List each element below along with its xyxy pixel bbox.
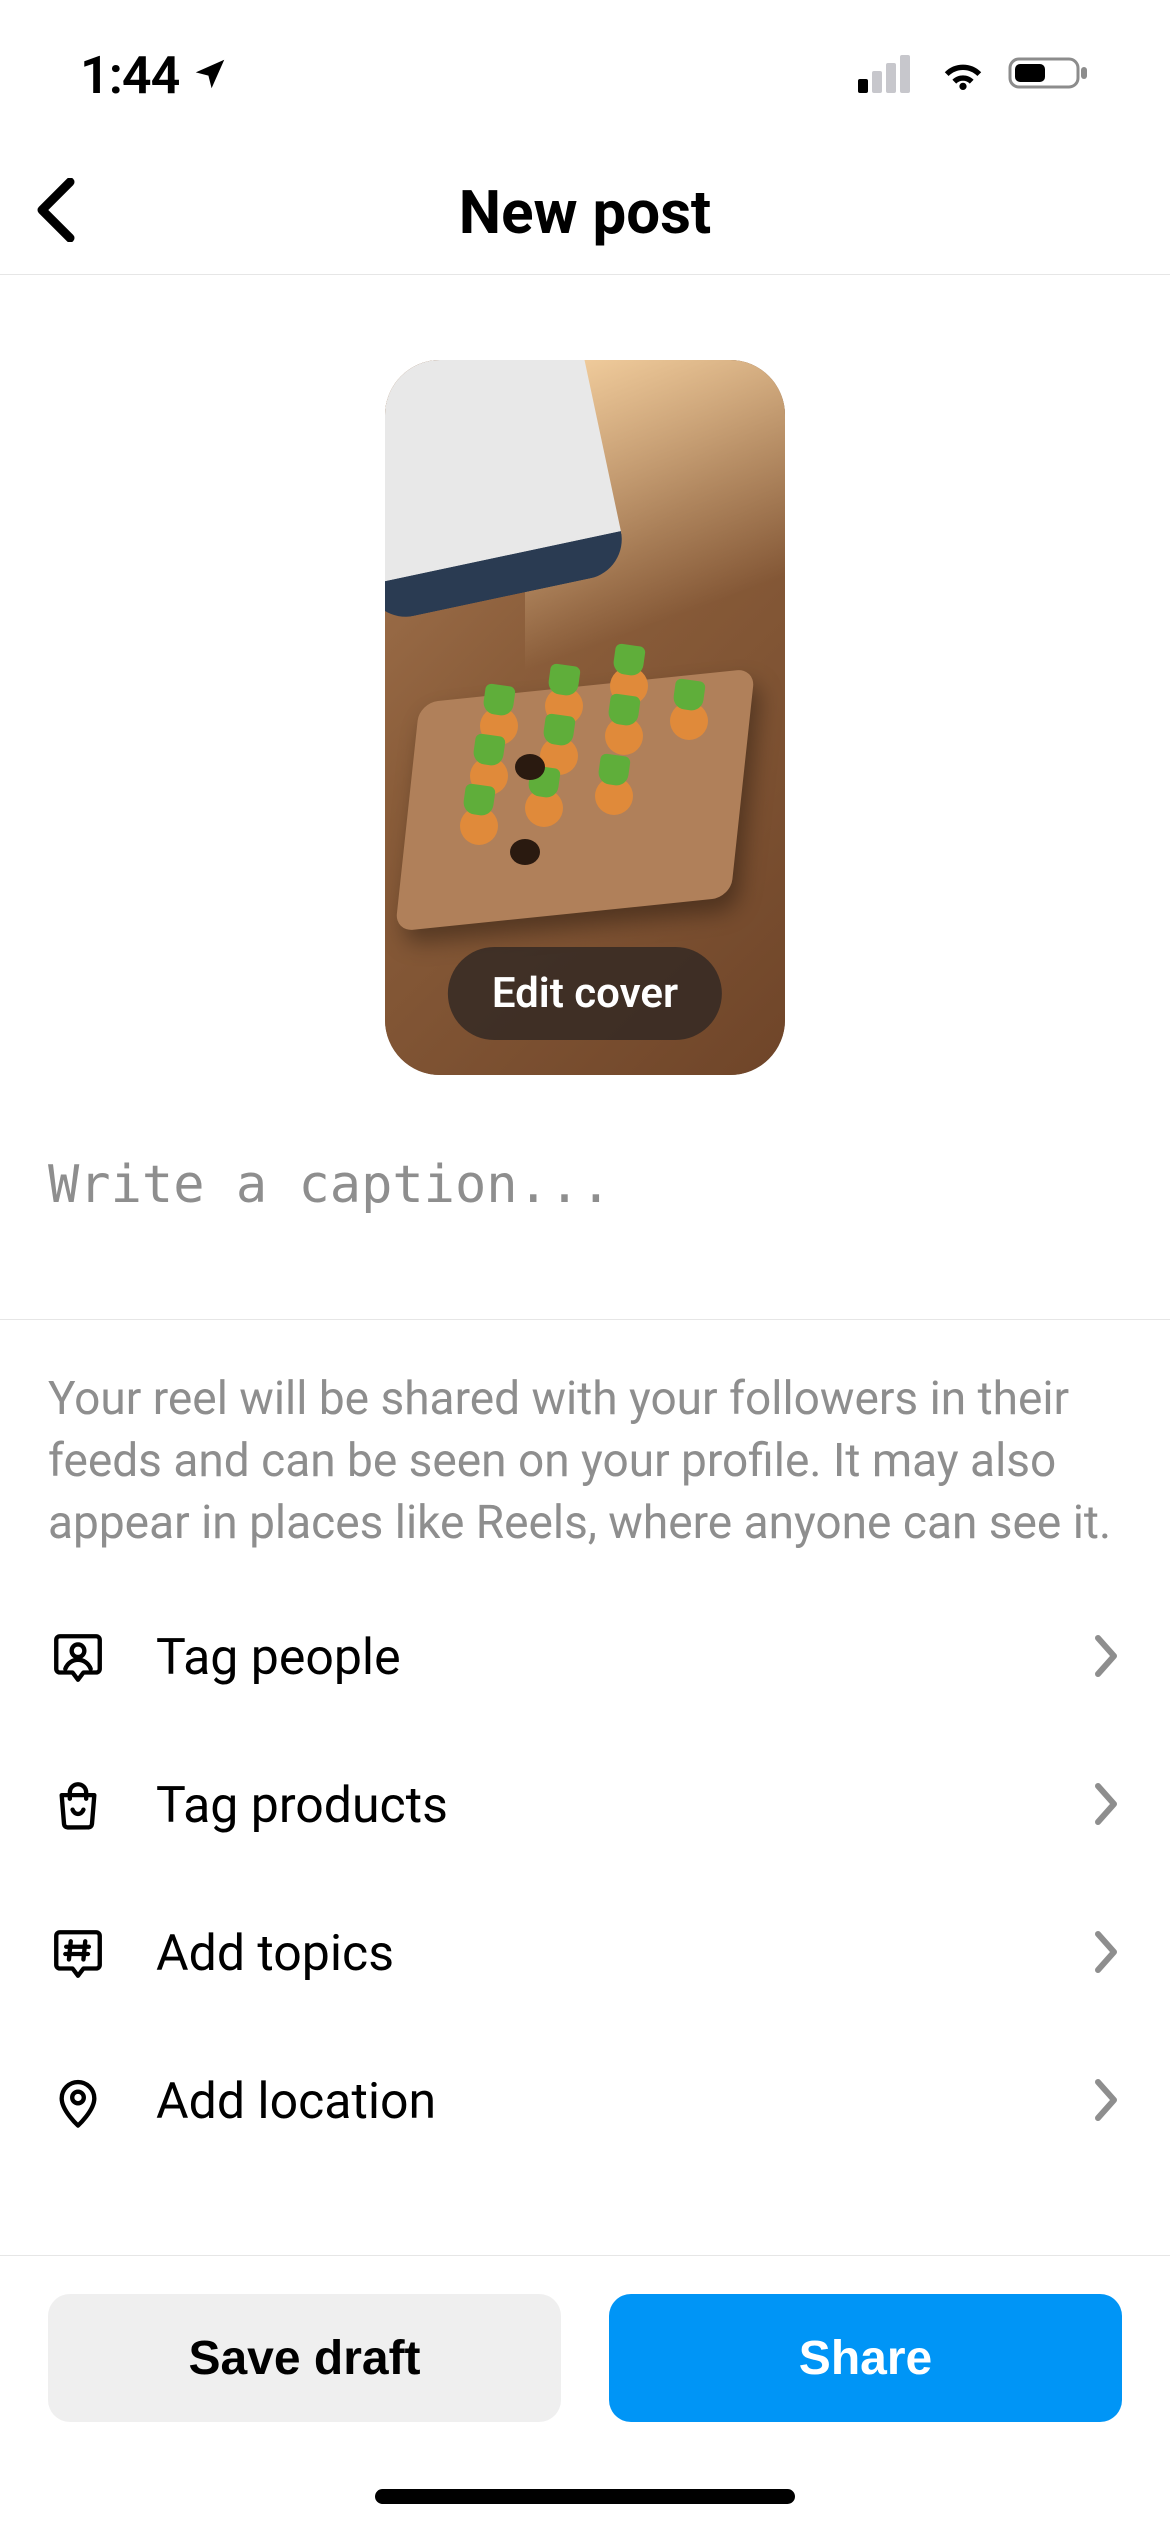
tag-products-row[interactable]: Tag products: [0, 1732, 1170, 1880]
home-indicator[interactable]: [375, 2489, 795, 2504]
cover-preview[interactable]: Edit cover: [385, 360, 785, 1075]
share-button[interactable]: Share: [609, 2294, 1122, 2422]
share-disclaimer: Your reel will be shared with your follo…: [0, 1320, 1170, 1584]
nav-header: New post: [0, 150, 1170, 275]
shopping-bag-icon: [48, 1776, 108, 1836]
status-bar: 1:44: [0, 0, 1170, 150]
tag-people-label: Tag people: [156, 1629, 1042, 1687]
caption-input[interactable]: [48, 1155, 1122, 1315]
chevron-right-icon: [1090, 2076, 1122, 2128]
battery-icon: [1008, 53, 1090, 97]
status-time: 1:44: [80, 45, 179, 106]
preview-section: Edit cover: [0, 275, 1170, 1155]
chevron-right-icon: [1090, 1928, 1122, 1980]
add-topics-row[interactable]: Add topics: [0, 1880, 1170, 2028]
back-button[interactable]: [30, 178, 78, 246]
edit-cover-button[interactable]: Edit cover: [448, 947, 722, 1040]
tag-people-row[interactable]: Tag people: [0, 1584, 1170, 1732]
tag-products-label: Tag products: [156, 1777, 1042, 1835]
hashtag-icon: [48, 1924, 108, 1984]
person-tag-icon: [48, 1628, 108, 1688]
add-location-row[interactable]: Add location: [0, 2028, 1170, 2176]
page-title: New post: [459, 177, 711, 248]
save-draft-button[interactable]: Save draft: [48, 2294, 561, 2422]
wifi-icon: [936, 53, 990, 97]
chevron-right-icon: [1090, 1632, 1122, 1684]
add-location-label: Add location: [156, 2073, 1042, 2131]
location-pin-icon: [48, 2072, 108, 2132]
add-topics-label: Add topics: [156, 1925, 1042, 1983]
location-arrow-icon: [191, 45, 229, 106]
cellular-signal-icon: [858, 53, 918, 97]
chevron-right-icon: [1090, 1780, 1122, 1832]
